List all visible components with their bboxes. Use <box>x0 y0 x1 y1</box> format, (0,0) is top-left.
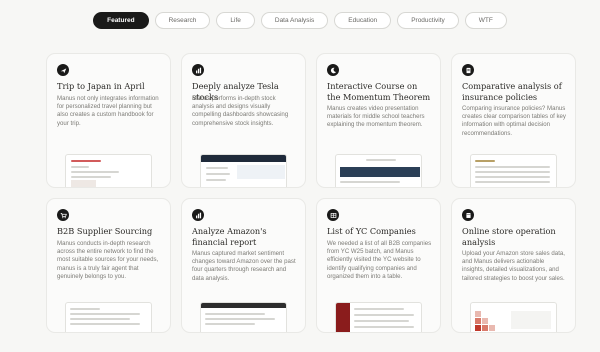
card-preview-image <box>470 154 557 187</box>
tab-wtf[interactable]: WTF <box>464 12 507 29</box>
use-case-grid: Trip to Japan in April Manus not only in… <box>46 53 578 333</box>
card-description: Manus creates video presentation materia… <box>327 105 425 129</box>
card-description: Comparing insurance policies? Manus crea… <box>462 105 566 137</box>
card-description: Manus captured market sentiment changes … <box>192 250 296 282</box>
card-title: Analyze Amazon's financial report <box>192 226 267 247</box>
card-preview-image <box>335 302 422 332</box>
tab-life[interactable]: Life <box>216 12 255 29</box>
card-description: Manus not only integrates information fo… <box>57 95 159 127</box>
card-title: List of YC Companies <box>327 226 416 236</box>
card-preview-image <box>65 302 152 332</box>
card-title: B2B Supplier Sourcing <box>57 226 153 236</box>
store-icon <box>462 209 474 221</box>
card-preview-image <box>65 154 152 187</box>
tab-featured[interactable]: Featured <box>93 12 149 29</box>
use-case-card[interactable]: B2B Supplier Sourcing Manus conducts in-… <box>46 198 171 333</box>
card-title: Online store operation analysis <box>462 226 556 247</box>
use-case-card[interactable]: Deeply analyze Tesla stocks Manus perfor… <box>181 53 306 188</box>
document-icon <box>462 64 474 76</box>
card-preview-image <box>470 302 557 332</box>
tab-data-analysis[interactable]: Data Analysis <box>260 12 329 29</box>
tab-research[interactable]: Research <box>154 12 211 29</box>
airplane-icon <box>57 64 69 76</box>
use-case-card[interactable]: Interactive Course on the Momentum Theor… <box>316 53 441 188</box>
moon-icon <box>327 64 339 76</box>
card-title: Trip to Japan in April <box>57 81 145 91</box>
card-title: Comparative analysis of insurance polici… <box>462 81 562 102</box>
card-title: Interactive Course on the Momentum Theor… <box>327 81 431 102</box>
chart-icon <box>192 209 204 221</box>
card-description: Upload your Amazon store sales data, and… <box>462 250 565 282</box>
tab-education[interactable]: Education <box>334 12 392 29</box>
card-preview-image <box>200 302 287 332</box>
card-preview-image <box>200 154 287 187</box>
use-case-card[interactable]: Analyze Amazon's financial report Manus … <box>181 198 306 333</box>
tab-productivity[interactable]: Productivity <box>397 12 459 29</box>
chart-icon <box>192 64 204 76</box>
use-case-card[interactable]: List of YC Companies We needed a list of… <box>316 198 441 333</box>
card-description: Manus conducts in-depth research across … <box>57 240 159 280</box>
card-description: Manus performs in-depth stock analysis a… <box>192 95 289 127</box>
cart-icon <box>57 209 69 221</box>
category-tabs: Featured Research Life Data Analysis Edu… <box>0 12 600 29</box>
card-preview-image <box>335 154 422 187</box>
use-case-card[interactable]: Trip to Japan in April Manus not only in… <box>46 53 171 188</box>
use-case-card[interactable]: Comparative analysis of insurance polici… <box>451 53 576 188</box>
use-case-card[interactable]: Online store operation analysis Upload y… <box>451 198 576 333</box>
table-icon <box>327 209 339 221</box>
card-description: We needed a list of all B2B companies fr… <box>327 240 432 280</box>
